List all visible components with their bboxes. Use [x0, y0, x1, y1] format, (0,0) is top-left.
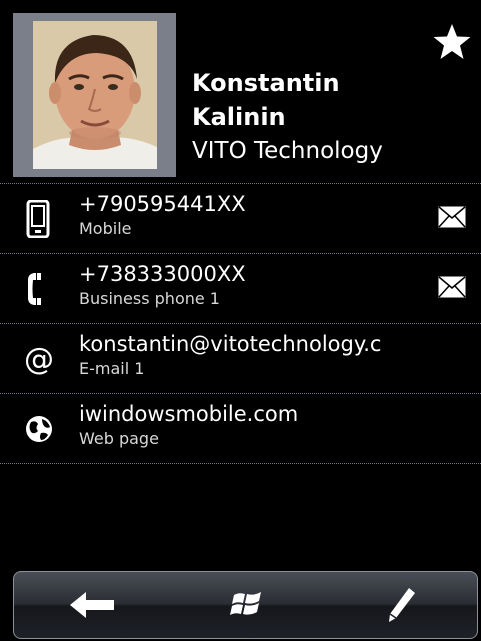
contact-card-screen: Konstantin Kalinin VITO Technology +7905…	[0, 0, 481, 641]
svg-text:@: @	[24, 342, 54, 377]
web-page-label: Web page	[79, 429, 159, 448]
contact-photo	[33, 21, 157, 169]
email-address: konstantin@vitotechnology.c	[79, 332, 382, 356]
back-button[interactable]	[14, 572, 169, 638]
contact-photo-frame[interactable]	[13, 13, 176, 177]
contact-last-name: Kalinin	[192, 103, 286, 131]
list-item-mobile[interactable]: +790595441XX Mobile	[0, 183, 481, 253]
list-item-web-page[interactable]: iwindowsmobile.com Web page	[0, 393, 481, 464]
at-sign-icon: @	[22, 340, 56, 378]
mobile-number: +790595441XX	[79, 192, 246, 216]
globe-icon	[22, 410, 56, 448]
business-phone-icon	[22, 270, 56, 308]
contact-company: VITO Technology	[192, 138, 383, 164]
list-item-email[interactable]: @ konstantin@vitotechnology.c E-mail 1	[0, 323, 481, 393]
mobile-label: Mobile	[79, 219, 132, 238]
start-button[interactable]	[169, 572, 324, 638]
mobile-phone-icon	[22, 199, 56, 239]
back-arrow-icon	[69, 592, 114, 618]
email-label: E-mail 1	[79, 359, 145, 378]
envelope-icon[interactable]	[438, 276, 466, 298]
web-page-url: iwindowsmobile.com	[79, 402, 299, 426]
contact-first-name: Konstantin	[192, 69, 340, 97]
favorite-star-icon[interactable]	[432, 22, 472, 62]
contact-details-list: +790595441XX Mobile +738333000XX Busines…	[0, 183, 481, 464]
envelope-icon[interactable]	[438, 206, 466, 228]
windows-logo-icon	[229, 592, 261, 615]
business-phone-label: Business phone 1	[79, 289, 220, 308]
edit-button[interactable]	[324, 572, 477, 638]
contact-name-block: Konstantin Kalinin VITO Technology	[192, 66, 383, 168]
business-phone-number: +738333000XX	[79, 262, 246, 286]
pencil-edit-icon	[388, 588, 415, 622]
bottom-toolbar	[13, 571, 478, 639]
list-item-business-phone[interactable]: +738333000XX Business phone 1	[0, 253, 481, 323]
